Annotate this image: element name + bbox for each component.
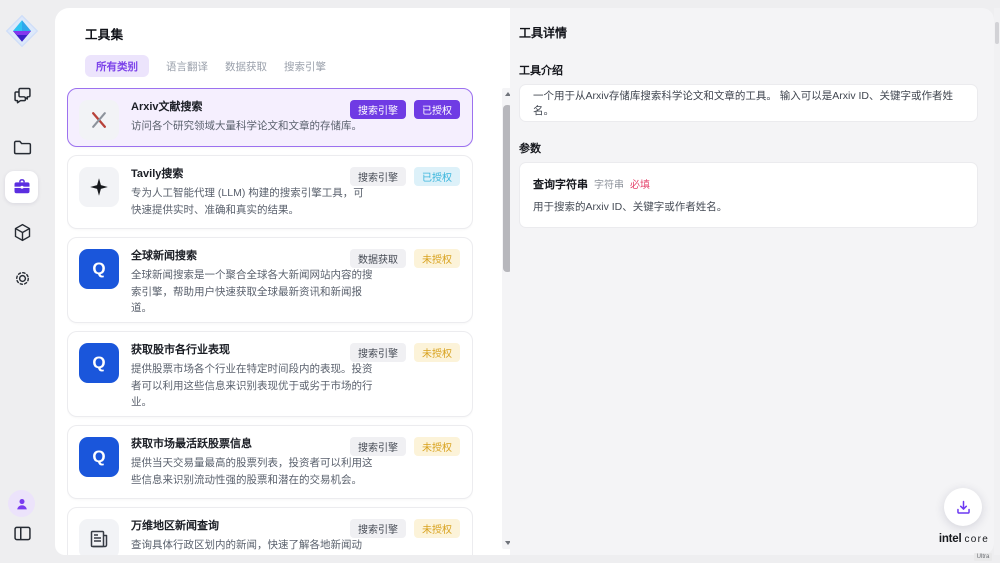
brand-ultra-badge: Ultra (974, 553, 993, 561)
q-search-icon: Q (79, 437, 119, 477)
tab-data-fetch[interactable]: 数据获取 (225, 55, 267, 77)
category-tabs: 所有类别 语言翻译 数据获取 搜索引擎 (85, 55, 326, 77)
tool-detail-pane: 工具详情 工具介绍 一个用于从Arxiv存储库搜索科学论文和文章的工具。 输入可… (510, 8, 994, 555)
tool-title: 获取股市各行业表现 (131, 342, 373, 358)
tool-title: Tavily搜索 (131, 166, 373, 182)
category-badge: 搜索引擎 (350, 437, 406, 456)
download-icon (954, 498, 973, 517)
tab-all-categories[interactable]: 所有类别 (85, 55, 149, 77)
badges: 搜索引擎 未授权 (350, 343, 460, 362)
auth-badge: 未授权 (414, 437, 460, 456)
tool-card-sector-performance[interactable]: Q 获取股市各行业表现 提供股票市场各个行业在特定时间段内的表现。投资者可以利用… (67, 331, 473, 417)
brand-intel: intel (939, 533, 962, 545)
tool-title: Arxiv文献搜索 (131, 99, 373, 115)
tool-description: 访问各个研究领域大量科学论文和文章的存储库。 (131, 118, 373, 135)
intel-core-logo: intelcore Ultra (930, 533, 998, 563)
gear-icon[interactable] (10, 266, 34, 290)
param-required-flag: 必填 (630, 176, 650, 191)
tab-language-translation[interactable]: 语言翻译 (166, 55, 208, 77)
intro-text: 一个用于从Arxiv存储库搜索科学论文和文章的工具。 输入可以是Arxiv ID… (533, 88, 964, 118)
toolbox-icon[interactable] (5, 171, 38, 203)
auth-badge: 未授权 (414, 343, 460, 362)
auth-badge: 未授权 (414, 519, 460, 538)
tool-description: 提供当天交易量最高的股票列表，投资者可以利用这些信息来识别流动性强的股票和潜在的… (131, 455, 373, 488)
folder-icon[interactable] (10, 135, 34, 159)
param-card: 查询字符串 字符串 必填 用于搜索的Arxiv ID、关键字或作者姓名。 (519, 162, 978, 228)
tool-description: 全球新闻搜索是一个聚合全球各大新闻网站内容的搜索引擎，帮助用户快速获取全球最新资… (131, 267, 373, 317)
tool-card-tavily[interactable]: Tavily搜索 专为人工智能代理 (LLM) 构建的搜索引擎工具，可快速提供实… (67, 155, 473, 229)
window-scrollbar[interactable] (994, 8, 1000, 555)
tool-card-global-news[interactable]: Q 全球新闻搜索 全球新闻搜索是一个聚合全球各大新闻网站内容的搜索引擎，帮助用户… (67, 237, 473, 323)
badges: 搜索引擎 已授权 (350, 100, 460, 119)
params-heading: 参数 (519, 140, 541, 156)
param-type: 字符串 (594, 176, 624, 191)
newspaper-icon (79, 519, 119, 555)
category-badge: 数据获取 (350, 249, 406, 268)
category-badge: 搜索引擎 (350, 167, 406, 186)
tool-card-most-active-stocks[interactable]: Q 获取市场最活跃股票信息 提供当天交易量最高的股票列表，投资者可以利用这些信息… (67, 425, 473, 499)
param-description: 用于搜索的Arxiv ID、关键字或作者姓名。 (533, 199, 964, 214)
tool-title: 全球新闻搜索 (131, 248, 373, 264)
icon-rail (0, 0, 55, 563)
tool-list: Arxiv文献搜索 访问各个研究领域大量科学论文和文章的存储库。 搜索引擎 已授… (67, 88, 473, 555)
intro-heading: 工具介绍 (519, 62, 563, 78)
logo-diamond-icon (4, 13, 40, 49)
download-button[interactable] (944, 488, 982, 526)
brand-core: core (964, 534, 989, 545)
badges: 搜索引擎 未授权 (350, 519, 460, 538)
tool-card-arxiv[interactable]: Arxiv文献搜索 访问各个研究领域大量科学论文和文章的存储库。 搜索引擎 已授… (67, 88, 473, 147)
category-badge: 搜索引擎 (350, 519, 406, 538)
arxiv-icon (79, 100, 119, 140)
user-avatar-icon[interactable] (8, 490, 35, 517)
auth-badge: 已授权 (414, 100, 460, 119)
auth-badge: 未授权 (414, 249, 460, 268)
panel-toggle-icon[interactable] (10, 521, 34, 545)
badges: 数据获取 未授权 (350, 249, 460, 268)
param-name: 查询字符串 (533, 176, 588, 192)
q-search-icon: Q (79, 249, 119, 289)
q-search-icon: Q (79, 343, 119, 383)
category-badge: 搜索引擎 (350, 100, 406, 119)
tool-card-regional-news[interactable]: 万维地区新闻查询 查询具体行政区划内的新闻，快速了解各地新闻动 搜索引擎 未授权 (67, 507, 473, 555)
badges: 搜索引擎 已授权 (350, 167, 460, 186)
window-scrollbar-thumb[interactable] (995, 22, 999, 44)
intro-card: 一个用于从Arxiv存储库搜索科学论文和文章的工具。 输入可以是Arxiv ID… (519, 84, 978, 122)
tavily-star-icon (79, 167, 119, 207)
cube-icon[interactable] (10, 220, 34, 244)
detail-title: 工具详情 (519, 24, 567, 41)
tool-title: 获取市场最活跃股票信息 (131, 436, 373, 452)
tool-description: 查询具体行政区划内的新闻，快速了解各地新闻动 (131, 537, 373, 554)
auth-badge: 已授权 (414, 167, 460, 186)
app-window: 工具集 所有类别 语言翻译 数据获取 搜索引擎 Arxiv文献搜索 访问各个研究… (0, 0, 1000, 563)
tool-description: 提供股票市场各个行业在特定时间段内的表现。投资者可以利用这些信息来识别表现优于或… (131, 361, 373, 411)
tool-description: 专为人工智能代理 (LLM) 构建的搜索引擎工具，可快速提供实时、准确和真实的结… (131, 185, 373, 218)
tool-title: 万维地区新闻查询 (131, 518, 373, 534)
page-title: 工具集 (85, 24, 123, 43)
chat-icon[interactable] (10, 83, 34, 107)
tab-search-engine[interactable]: 搜索引擎 (284, 55, 326, 77)
category-badge: 搜索引擎 (350, 343, 406, 362)
toolset-pane: 工具集 所有类别 语言翻译 数据获取 搜索引擎 Arxiv文献搜索 访问各个研究… (55, 8, 515, 555)
badges: 搜索引擎 未授权 (350, 437, 460, 456)
